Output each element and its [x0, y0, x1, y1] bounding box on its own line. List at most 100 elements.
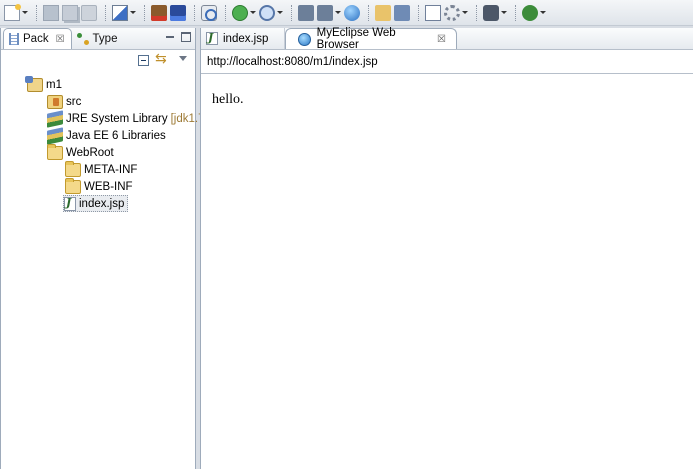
tree-item-label: src — [66, 95, 82, 108]
tab-label: Type — [92, 32, 118, 45]
open-type-icon — [151, 4, 167, 21]
view-menu-icon[interactable] — [179, 56, 187, 61]
server-button[interactable] — [201, 2, 217, 24]
url-input[interactable] — [201, 50, 693, 73]
tree-item-meta-inf[interactable]: META-INF — [65, 160, 138, 178]
table-button[interactable] — [425, 2, 441, 24]
type-hierarchy-icon — [76, 32, 89, 45]
link-with-editor-icon[interactable] — [155, 51, 169, 67]
library-icon — [47, 109, 63, 128]
settings-button[interactable] — [444, 2, 468, 24]
toolbar-separator — [144, 4, 146, 21]
tree-item-src[interactable]: src — [47, 93, 81, 110]
page-text: hello. — [212, 92, 244, 107]
tree-item-index-jsp[interactable]: index.jsp — [63, 195, 129, 212]
annotation-next-icon — [394, 4, 410, 21]
print-icon — [81, 4, 97, 21]
annotation-button[interactable] — [375, 2, 391, 24]
toolbar-separator — [36, 4, 38, 21]
main-toolbar — [0, 0, 693, 26]
new-button[interactable] — [4, 2, 28, 24]
folder-icon — [47, 143, 63, 160]
search-button[interactable] — [259, 2, 283, 24]
chevron-down-icon[interactable] — [249, 5, 256, 21]
tree-item-label: m1 — [46, 78, 62, 91]
minimize-icon[interactable] — [165, 32, 175, 42]
chevron-down-icon[interactable] — [276, 5, 283, 21]
debug-button[interactable] — [522, 2, 546, 24]
annotation-icon — [375, 4, 391, 21]
chevron-down-icon[interactable] — [539, 5, 546, 21]
run-button[interactable] — [232, 2, 256, 24]
open-type-button[interactable] — [151, 2, 167, 24]
save-button[interactable] — [43, 2, 59, 24]
tree-item-javaee-library[interactable]: Java EE 6 Libraries — [47, 126, 166, 145]
view-toolbar — [1, 50, 195, 74]
tab-label: index.jsp — [223, 32, 269, 45]
jsp-file-icon — [64, 196, 76, 211]
close-icon[interactable]: ☒ — [56, 34, 65, 45]
annotation-next-button[interactable] — [394, 2, 410, 24]
globe-icon — [298, 32, 311, 46]
close-icon[interactable]: ☒ — [437, 34, 446, 45]
view-window-controls — [165, 32, 191, 42]
search-icon — [259, 4, 275, 21]
camera-button[interactable] — [483, 2, 507, 24]
tab-type-hierarchy[interactable]: Type — [72, 28, 124, 49]
jsp-file-icon — [206, 31, 218, 45]
print-button[interactable] — [81, 2, 97, 24]
library-icon — [47, 126, 63, 145]
run-icon — [232, 4, 248, 21]
globe-icon — [344, 4, 360, 21]
add-deployment-button[interactable] — [317, 2, 341, 24]
tree-item-label: Java EE 6 Libraries — [66, 129, 166, 142]
deploy-button[interactable] — [298, 2, 314, 24]
open-resource-button[interactable] — [170, 2, 186, 24]
package-explorer-icon — [9, 33, 19, 45]
chevron-down-icon[interactable] — [334, 5, 341, 21]
tree-item-project[interactable]: m1 — [25, 75, 62, 93]
chevron-down-icon[interactable] — [21, 5, 28, 21]
tree-item-web-inf[interactable]: WEB-INF — [65, 177, 133, 195]
new-project-wizard-icon — [112, 4, 128, 21]
toolbar-separator — [194, 4, 196, 21]
toolbar-separator — [418, 4, 420, 21]
tree-item-webroot[interactable]: WebRoot — [47, 143, 114, 161]
table-icon — [425, 4, 441, 21]
chevron-down-icon[interactable] — [500, 5, 507, 21]
chevron-down-icon[interactable] — [461, 5, 468, 21]
save-all-icon — [62, 4, 78, 21]
tab-label: MyEclipse Web Browser — [316, 27, 396, 51]
toolbar-separator — [291, 4, 293, 21]
tree-item-label: WEB-INF — [84, 180, 133, 193]
maximize-icon[interactable] — [181, 32, 191, 42]
save-all-button[interactable] — [62, 2, 78, 24]
tree-item-label: JRE System Library — [66, 112, 168, 125]
tab-index-jsp[interactable]: index.jsp — [201, 28, 285, 49]
globe-button[interactable] — [344, 2, 360, 24]
tab-web-browser[interactable]: MyEclipse Web Browser ☒ — [285, 27, 457, 51]
collapse-all-icon[interactable] — [138, 55, 149, 66]
camera-icon — [483, 4, 499, 21]
browser-content: hello. — [201, 74, 693, 108]
tree-item-jre-library[interactable]: JRE System Library [jdk1.7 — [47, 109, 205, 128]
source-folder-icon — [47, 94, 63, 109]
folder-icon — [65, 160, 81, 177]
browser-address-bar — [201, 50, 693, 74]
toolbar-separator — [515, 4, 517, 21]
editor-tab-bar: index.jsp MyEclipse Web Browser ☒ — [201, 27, 693, 51]
chevron-down-icon[interactable] — [129, 5, 136, 21]
new-wizard-icon — [4, 3, 21, 21]
tab-package-explorer[interactable]: Pack ☒ — [3, 28, 72, 49]
package-explorer-view: Pack ☒ Type m1 src JRE System Library [j… — [0, 28, 205, 469]
toolbar-separator — [476, 4, 478, 21]
add-deployment-icon — [317, 4, 333, 21]
toolbar-separator — [368, 4, 370, 21]
toolbar-separator — [105, 4, 107, 21]
tree-item-label: META-INF — [84, 163, 138, 176]
new-project-button[interactable] — [112, 2, 136, 24]
tree-item-label: WebRoot — [66, 146, 114, 159]
debug-icon — [522, 4, 538, 21]
editor-area: index.jsp MyEclipse Web Browser ☒ hello. — [200, 27, 693, 469]
deploy-icon — [298, 4, 314, 21]
